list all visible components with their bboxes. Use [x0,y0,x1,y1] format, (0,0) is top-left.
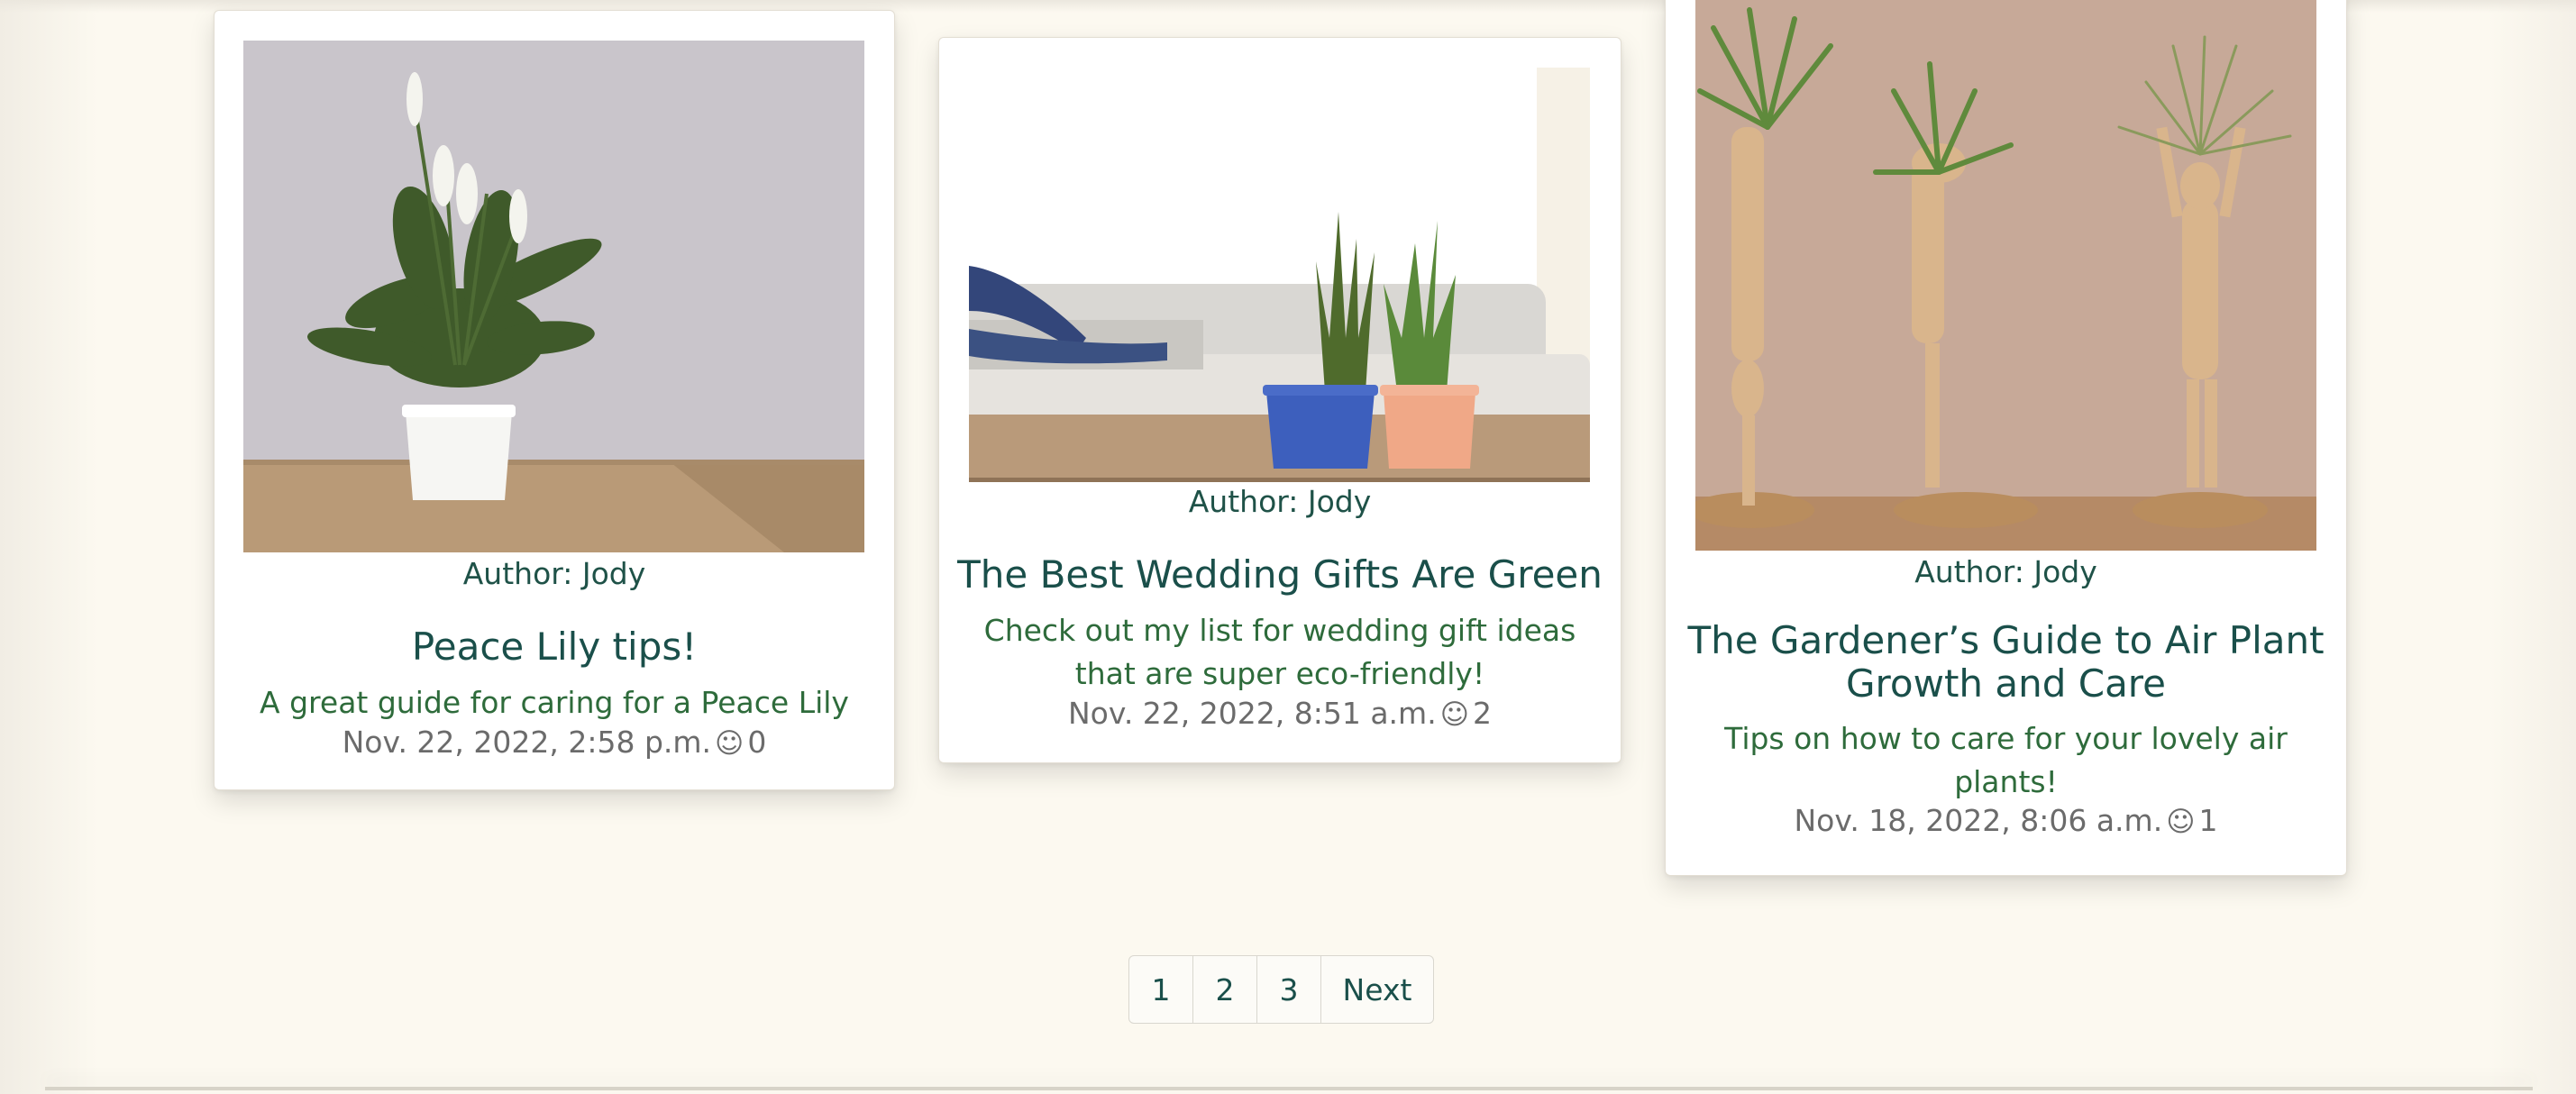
post-meta: Nov. 22, 2022, 8:51 a.m. ☺ 2 [939,696,1621,731]
page-link-2[interactable]: 2 [1193,956,1257,1023]
post-summary: Check out my list for wedding gift ideas… [983,613,1576,691]
post-image-peace-lily[interactable] [243,41,864,552]
smiley-icon: ☺ [2166,806,2196,838]
reaction-count: 0 [747,725,767,760]
next-page-link[interactable]: Next [1321,956,1433,1023]
post-title[interactable]: The Best Wedding Gifts Are Green [939,553,1621,597]
post-card-peace-lily[interactable]: Author: Jody Peace Lily tips! A great gu… [214,10,895,790]
page-link-3[interactable]: 3 [1257,956,1321,1023]
post-summary: Tips on how to care for your lovely air … [1724,721,2288,799]
post-author: Author: Jody [462,556,646,591]
smiley-icon: ☺ [1439,698,1470,731]
post-title[interactable]: Peace Lily tips! [215,625,894,669]
post-meta: Nov. 18, 2022, 8:06 a.m. ☺ 1 [1666,803,2346,838]
pagination: 1 2 3 Next [1128,955,1434,1024]
post-date: Nov. 22, 2022, 8:51 a.m. [1067,696,1437,731]
post-meta: Nov. 22, 2022, 2:58 p.m. ☺ 0 [215,725,894,760]
post-date: Nov. 18, 2022, 8:06 a.m. [1794,803,2163,838]
post-image-air-plants[interactable] [1695,0,2316,551]
smiley-icon: ☺ [715,727,744,760]
page-link-1[interactable]: 1 [1129,956,1193,1023]
post-image-wedding-gifts[interactable] [969,68,1590,482]
post-date: Nov. 22, 2022, 2:58 p.m. [342,725,712,760]
reaction-count: 1 [2198,803,2218,838]
footer-divider [45,1087,2533,1090]
post-summary: A great guide for caring for a Peace Lil… [260,685,849,720]
post-title[interactable]: The Gardener’s Guide to Air Plant Growth… [1666,619,2346,706]
post-author: Author: Jody [1914,554,2097,589]
post-card-wedding-gifts[interactable]: Author: Jody The Best Wedding Gifts Are … [938,37,1621,763]
post-author: Author: Jody [1188,484,1372,519]
reaction-count: 2 [1473,696,1493,731]
post-card-air-plants[interactable]: Author: Jody The Gardener’s Guide to Air… [1665,0,2347,876]
